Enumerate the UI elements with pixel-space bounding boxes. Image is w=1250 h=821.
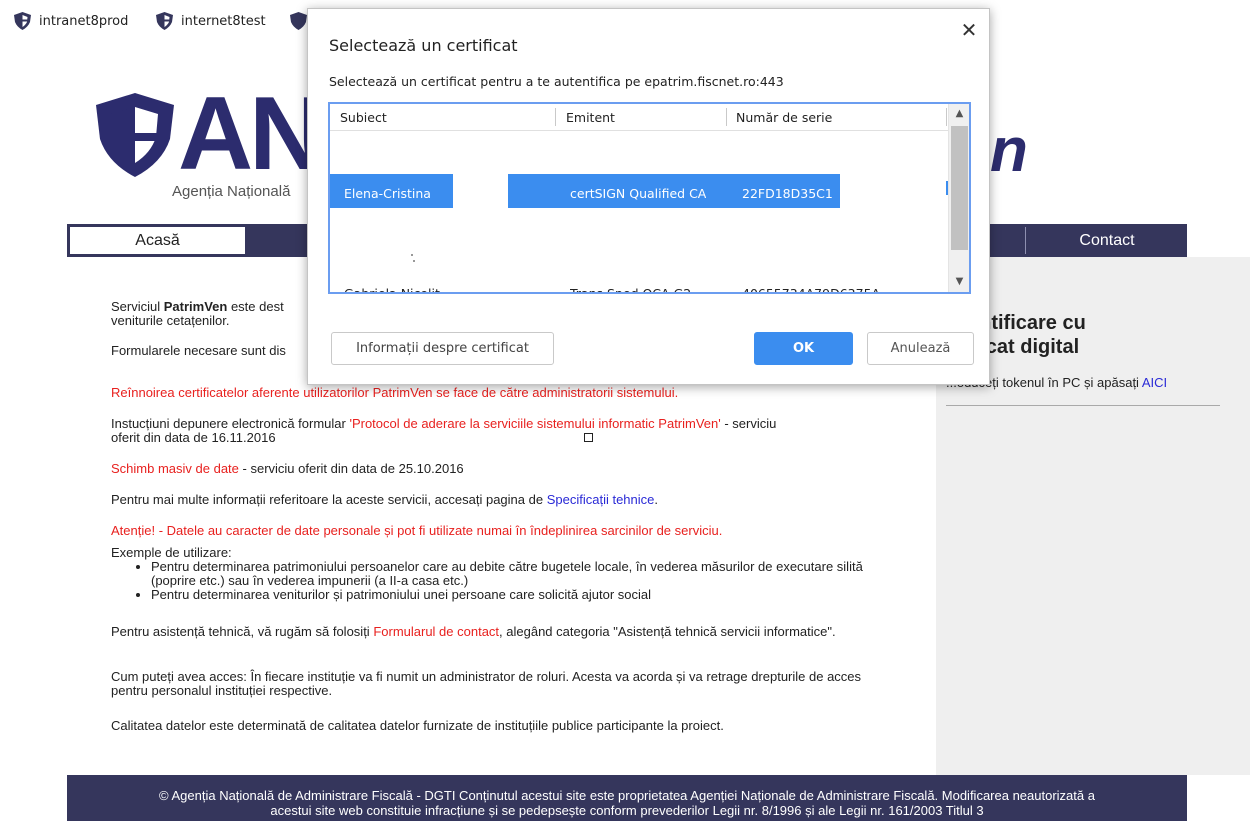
table-row-selected[interactable]: Elena-Cristina certSIGN Qualified CA 22F… <box>330 178 948 208</box>
intro-text: Serviciul <box>111 299 164 314</box>
examples-list: Pentru determinarea patrimoniului persoa… <box>151 560 901 602</box>
auth-title-line2: ificat digital <box>968 336 1080 358</box>
specs-end: . <box>654 492 658 507</box>
support-rest: , alegând categoria "Asistență tehnică s… <box>499 624 836 639</box>
instructions-paragraph: Instucțiuni depunere electronică formula… <box>111 417 901 445</box>
footer-line1: © Agenția Națională de Administrare Fisc… <box>159 788 1095 803</box>
scroll-up-icon[interactable]: ▲ <box>949 104 969 124</box>
intro-bold: PatrimVen <box>163 299 228 314</box>
specs-link[interactable]: Specificații tehnice <box>547 492 655 507</box>
certificate-list[interactable]: Subiect Emitent Număr de serie Elena-Cri… <box>328 102 971 294</box>
instructions-line2: oferit din data de 16.11.2016 <box>111 430 276 445</box>
cell-serial: 22FD18D35C1 <box>742 186 833 201</box>
divider <box>946 405 1220 406</box>
data-exchange-link[interactable]: Schimb masiv de date <box>111 461 239 476</box>
protocol-link[interactable]: 'Protocol de aderare la serviciile siste… <box>349 416 720 431</box>
column-separator <box>946 108 947 126</box>
scroll-down-icon[interactable]: ▼ <box>949 272 969 292</box>
anaf-logo-shield <box>96 93 174 177</box>
examples-section: Exemple de utilizare: Pentru determinare… <box>111 546 901 602</box>
certificate-info-button[interactable]: Informații despre certificat <box>331 332 554 365</box>
cell-serial: 40655734A79D6375A <box>742 286 881 294</box>
auth-title: entificare cu ificat digital <box>968 311 1228 359</box>
cell-subject: Gabriela Nicolit... <box>344 286 452 294</box>
bookmark-intranet8prod[interactable]: intranet8prod <box>14 11 128 31</box>
auth-title-line1: entificare cu <box>968 312 1086 334</box>
specs-paragraph: Pentru mai multe informații referitoare … <box>111 493 901 507</box>
logo-wordmark-tail: n <box>990 116 1028 185</box>
column-serial[interactable]: Număr de serie <box>736 110 832 125</box>
cancel-button[interactable]: Anulează <box>867 332 974 365</box>
bookmark-internet8test[interactable]: internet8test <box>156 11 266 31</box>
contact-form-link[interactable]: Formularul de contact <box>373 624 499 639</box>
nav-separator <box>1025 227 1026 254</box>
nav-contact[interactable]: Contact <box>1027 224 1187 257</box>
quality-paragraph: Calitatea datelor este determinată de ca… <box>111 718 724 733</box>
auth-link-aici[interactable]: AICI <box>1142 375 1167 390</box>
warning-paragraph: Atenție! - Datele au caracter de date pe… <box>111 523 723 538</box>
ok-button[interactable]: OK <box>754 332 853 365</box>
support-paragraph: Pentru asistență tehnică, vă rugăm să fo… <box>111 625 901 639</box>
redaction-dot <box>411 254 413 256</box>
column-issuer[interactable]: Emitent <box>566 110 615 125</box>
renewal-notice: Reînnoirea certificatelor aferente utili… <box>111 385 679 400</box>
cell-issuer: certSIGN Qualified CA <box>570 186 707 201</box>
footer-line2: acestui site web constituie infracțiune … <box>270 803 984 818</box>
list-item: Pentru determinarea patrimoniului persoa… <box>151 560 901 588</box>
shield-icon <box>14 12 31 30</box>
dialog-title: Selectează un certificat <box>329 36 518 55</box>
examples-title: Exemple de utilizare: <box>111 545 232 560</box>
access-paragraph: Cum puteți avea acces: În fiecare instit… <box>111 669 862 698</box>
specs-text: Pentru mai multe informații referitoare … <box>111 492 547 507</box>
intro-rest: este dest <box>227 299 284 314</box>
cell-issuer: Trans Sped QCA G2 <box>570 286 692 294</box>
instructions-text: Instucțiuni depunere electronică formula… <box>111 416 350 431</box>
footer: © Agenția Națională de Administrare Fisc… <box>67 775 1187 821</box>
shield-icon <box>156 12 173 30</box>
data-exchange-text: - serviciu oferit din data de 25.10.2016 <box>238 461 464 476</box>
dialog-subtitle: Selectează un certificat pentru a te aut… <box>329 74 784 89</box>
close-icon[interactable]: ✕ <box>959 20 979 40</box>
data-exchange-paragraph: Schimb masiv de date - serviciu oferit d… <box>111 462 901 476</box>
logo-subtitle: Agenția Națională <box>172 183 291 200</box>
column-separator <box>726 108 727 126</box>
scroll-thumb[interactable] <box>951 126 968 250</box>
cell-subject: Elena-Cristina <box>344 186 431 201</box>
checkbox[interactable] <box>584 433 593 442</box>
list-scrollbar[interactable]: ▲ ▼ <box>948 104 969 292</box>
logo-wordmark: AN <box>178 76 324 192</box>
certificate-dialog: Selectează un certificat ✕ Selectează un… <box>307 8 990 385</box>
column-subject[interactable]: Subiect <box>340 110 387 125</box>
redaction-dot <box>413 260 415 262</box>
intro-line2: veniturile cetațenilor. <box>111 313 230 328</box>
bookmark-label: intranet8prod <box>39 13 129 29</box>
support-text: Pentru asistență tehnică, vă rugăm să fo… <box>111 624 374 639</box>
list-header: Subiect Emitent Număr de serie <box>330 104 948 131</box>
column-separator <box>555 108 556 126</box>
shield-icon <box>290 12 307 30</box>
instructions-rest: - serviciu <box>720 416 777 431</box>
nav-home[interactable]: Acasă <box>70 227 245 254</box>
bookmark-label: internet8test <box>181 13 266 29</box>
list-item: Pentru determinarea veniturilor și patri… <box>151 588 901 602</box>
table-row[interactable]: Gabriela Nicolit... Trans Sped QCA G2 40… <box>330 278 948 294</box>
